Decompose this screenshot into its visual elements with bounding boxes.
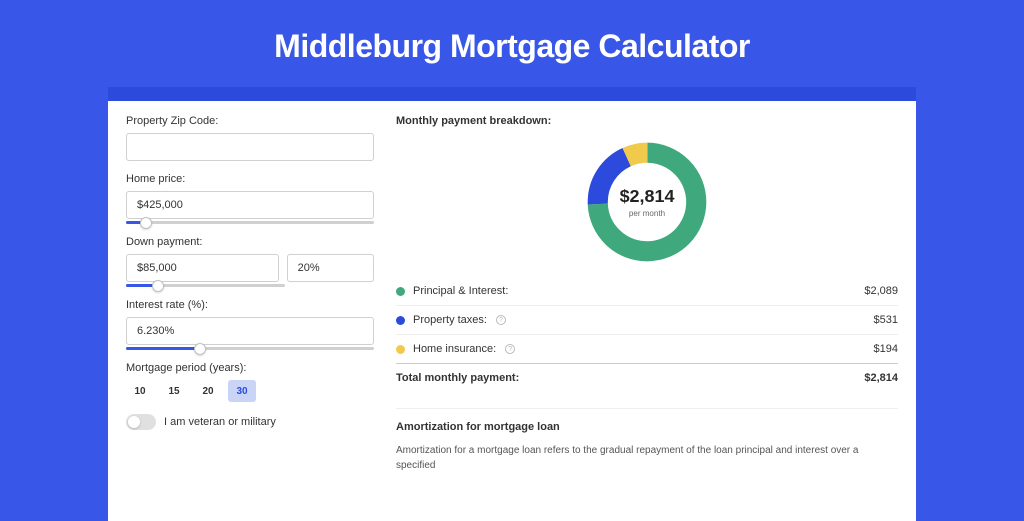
legend-row-1: Property taxes:? $531 (396, 306, 898, 335)
legend-value: $531 (874, 314, 898, 326)
legend-row-2: Home insurance:? $194 (396, 335, 898, 363)
period-option-15[interactable]: 15 (160, 380, 188, 402)
price-slider[interactable] (126, 221, 374, 224)
rate-group: Interest rate (%): (126, 299, 374, 350)
down-slider[interactable] (126, 284, 285, 287)
info-icon[interactable]: ? (505, 344, 515, 354)
down-label: Down payment: (126, 236, 374, 248)
down-amount-input[interactable] (126, 254, 279, 282)
page-title: Middleburg Mortgage Calculator (0, 0, 1024, 87)
legend-dot-icon (396, 345, 405, 354)
accent-band (108, 87, 916, 101)
legend-label: Property taxes: (413, 314, 487, 326)
legend-label: Home insurance: (413, 343, 496, 355)
breakdown-heading: Monthly payment breakdown: (396, 115, 898, 127)
legend-dot-icon (396, 316, 405, 325)
veteran-toggle[interactable] (126, 414, 156, 430)
veteran-row: I am veteran or military (126, 414, 374, 430)
legend-value: $194 (874, 343, 898, 355)
price-label: Home price: (126, 173, 374, 185)
legend: Principal & Interest: $2,089 Property taxe… (396, 277, 898, 363)
total-row: Total monthly payment: $2,814 (396, 363, 898, 392)
period-option-10[interactable]: 10 (126, 380, 154, 402)
donut-center-sub: per month (629, 209, 665, 218)
legend-value: $2,089 (864, 285, 898, 297)
legend-label: Principal & Interest: (413, 285, 508, 297)
total-label: Total monthly payment: (396, 372, 519, 384)
veteran-label: I am veteran or military (164, 416, 276, 428)
rate-label: Interest rate (%): (126, 299, 374, 311)
down-pct-input[interactable] (287, 254, 374, 282)
zip-input[interactable] (126, 133, 374, 161)
calculator-card: Property Zip Code: Home price: Down paym… (108, 101, 916, 521)
legend-row-0: Principal & Interest: $2,089 (396, 277, 898, 306)
period-option-30[interactable]: 30 (228, 380, 256, 402)
period-group: Mortgage period (years): 10 15 20 30 (126, 362, 374, 402)
rate-input[interactable] (126, 317, 374, 345)
amortization-heading: Amortization for mortgage loan (396, 421, 898, 433)
price-group: Home price: (126, 173, 374, 224)
inputs-panel: Property Zip Code: Home price: Down paym… (126, 115, 374, 521)
amortization-section: Amortization for mortgage loan Amortizat… (396, 408, 898, 473)
zip-group: Property Zip Code: (126, 115, 374, 161)
amortization-text: Amortization for a mortgage loan refers … (396, 443, 898, 473)
zip-label: Property Zip Code: (126, 115, 374, 127)
rate-slider[interactable] (126, 347, 374, 350)
breakdown-panel: Monthly payment breakdown: $2,814 per mo… (396, 115, 898, 521)
period-options: 10 15 20 30 (126, 380, 374, 402)
price-input[interactable] (126, 191, 374, 219)
donut-chart: $2,814 per month (582, 137, 712, 267)
period-option-20[interactable]: 20 (194, 380, 222, 402)
period-label: Mortgage period (years): (126, 362, 374, 374)
down-group: Down payment: (126, 236, 374, 287)
legend-dot-icon (396, 287, 405, 296)
info-icon[interactable]: ? (496, 315, 506, 325)
donut-center-amount: $2,814 (620, 186, 675, 206)
total-value: $2,814 (864, 372, 898, 384)
